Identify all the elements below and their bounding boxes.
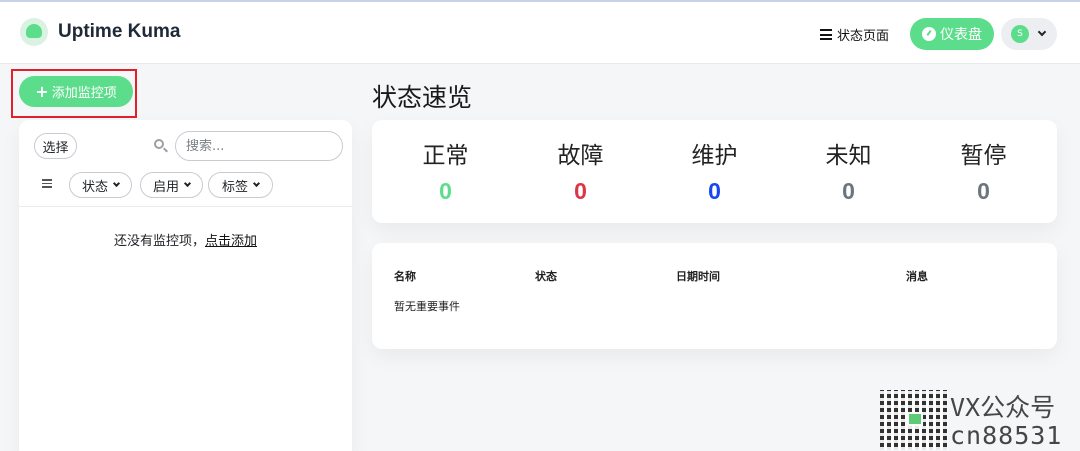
important-events-card: 名称 状态 日期时间 消息 暂无重要事件	[372, 243, 1057, 349]
stat-up: 正常 0	[377, 136, 514, 205]
add-monitor-label: 添加监控项	[51, 86, 117, 101]
tags-filter-dropdown[interactable]: 标签	[208, 172, 273, 198]
stat-value: 0	[574, 178, 587, 204]
plus-icon: +	[35, 81, 49, 101]
click-to-add-link[interactable]: 点击添加	[205, 234, 257, 249]
stat-paused: 暂停 0	[915, 136, 1052, 205]
qr-logo-icon	[907, 412, 923, 426]
page-title: 状态速览	[372, 83, 473, 112]
stat-value: 0	[977, 178, 990, 204]
chevron-down-icon	[252, 179, 261, 188]
brand-title: Uptime Kuma	[58, 21, 181, 42]
avatar: S	[1011, 25, 1029, 43]
top-header: Uptime Kuma 状态页面 仪表盘 S	[0, 0, 1080, 64]
status-filter-label: 状态	[81, 179, 108, 195]
brand[interactable]: Uptime Kuma	[20, 18, 180, 46]
select-button[interactable]: 选择	[34, 133, 77, 159]
column-header-name: 名称	[394, 270, 416, 283]
stat-down: 故障 0	[512, 136, 649, 205]
stat-value: 0	[708, 178, 721, 204]
active-filter-dropdown[interactable]: 启用	[140, 172, 203, 198]
profile-dropdown[interactable]: S	[1001, 18, 1057, 50]
uptime-kuma-logo-icon	[20, 18, 48, 46]
dashboard-button[interactable]: 仪表盘	[910, 18, 994, 50]
stat-label: 正常	[422, 143, 469, 169]
search-input[interactable]	[175, 131, 343, 161]
stat-value: 0	[439, 178, 452, 204]
column-header-status: 状态	[535, 270, 557, 283]
filter-menu-icon[interactable]	[42, 179, 52, 188]
list-icon	[820, 29, 832, 40]
stat-label: 暂停	[960, 143, 1007, 169]
tags-filter-label: 标签	[221, 179, 248, 195]
stat-label: 维护	[691, 143, 738, 169]
dashboard-label: 仪表盘	[940, 27, 982, 43]
no-events-text: 暂无重要事件	[394, 300, 460, 313]
gauge-icon	[922, 27, 936, 41]
empty-monitor-message: 还没有监控项，点击添加	[19, 230, 352, 249]
status-filter-dropdown[interactable]: 状态	[69, 172, 132, 198]
column-header-datetime: 日期时间	[676, 270, 720, 283]
empty-text: 还没有监控项，	[113, 234, 205, 249]
chevron-down-icon	[183, 179, 192, 188]
status-page-link[interactable]: 状态页面	[820, 25, 889, 44]
stat-unknown: 未知 0	[780, 136, 917, 205]
status-page-label: 状态页面	[837, 29, 890, 44]
stat-maintenance: 维护 0	[646, 136, 783, 205]
status-overview-card: 正常 0 故障 0 维护 0 未知 0 暂停 0	[372, 120, 1057, 223]
watermark-line1: VX公众号	[950, 393, 1056, 422]
stat-label: 未知	[825, 143, 872, 169]
watermark-line2: cn88531	[950, 420, 1063, 450]
column-header-message: 消息	[906, 270, 928, 283]
qr-code-icon	[880, 390, 948, 450]
add-monitor-button[interactable]: + 添加监控项	[19, 76, 133, 107]
chevron-down-icon	[1037, 27, 1047, 37]
stat-value: 0	[842, 178, 855, 204]
chevron-down-icon	[112, 179, 121, 188]
active-filter-label: 启用	[152, 179, 179, 195]
watermark: VX公众号 cn88531	[950, 394, 1062, 449]
search-icon	[154, 139, 164, 149]
monitor-list-panel: 选择 状态 启用 标签 还没有监控项，点击添加	[19, 120, 352, 451]
divider	[19, 206, 352, 207]
stat-label: 故障	[557, 143, 604, 169]
